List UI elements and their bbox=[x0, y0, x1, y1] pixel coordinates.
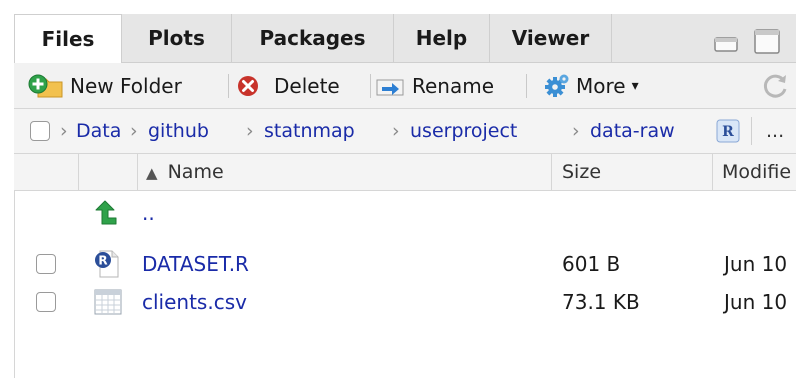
rename-button[interactable]: Rename bbox=[376, 63, 494, 108]
breadcrumb-separator: › bbox=[246, 120, 254, 142]
breadcrumb-item-data[interactable]: Data bbox=[76, 109, 121, 153]
breadcrumb: › Data › github › statnmap › userproject… bbox=[14, 109, 796, 154]
gear-icon bbox=[545, 74, 569, 97]
file-checkbox[interactable] bbox=[36, 292, 56, 312]
breadcrumb-divider bbox=[751, 117, 752, 145]
tab-packages[interactable]: Packages bbox=[232, 14, 394, 62]
more-label: More bbox=[576, 73, 626, 98]
chevron-down-icon: ▾ bbox=[631, 77, 639, 94]
file-name-link[interactable]: clients.csv bbox=[142, 283, 247, 321]
parent-directory-row[interactable]: .. bbox=[14, 194, 796, 232]
files-toolbar: New Folder Delete Rename More ▾ bbox=[14, 63, 796, 109]
column-header-name[interactable]: ▲ Name bbox=[146, 154, 224, 190]
breadcrumb-item-statnmap[interactable]: statnmap bbox=[264, 109, 355, 153]
delete-label: Delete bbox=[274, 73, 340, 98]
maximize-icon[interactable] bbox=[754, 29, 780, 55]
minimize-icon[interactable] bbox=[714, 29, 738, 53]
file-modified: Jun 10 bbox=[724, 290, 788, 314]
column-divider bbox=[551, 154, 552, 190]
column-divider bbox=[78, 154, 79, 190]
column-divider bbox=[137, 154, 138, 190]
column-header-name-label: Name bbox=[167, 161, 224, 183]
column-divider bbox=[712, 154, 713, 190]
column-header-modified[interactable]: Modifie bbox=[722, 154, 791, 190]
refresh-icon[interactable] bbox=[762, 72, 790, 100]
new-folder-button[interactable]: New Folder bbox=[28, 63, 182, 108]
tab-plots[interactable]: Plots bbox=[122, 14, 232, 62]
r-file-icon: R bbox=[95, 250, 119, 278]
sort-ascending-icon: ▲ bbox=[146, 164, 158, 182]
breadcrumb-item-userproject[interactable]: userproject bbox=[410, 109, 517, 153]
file-size: 601 B bbox=[562, 252, 621, 276]
file-name-link[interactable]: DATASET.R bbox=[142, 245, 249, 283]
file-checkbox[interactable] bbox=[36, 254, 56, 274]
svg-text:R: R bbox=[722, 124, 734, 140]
toolbar-separator bbox=[370, 74, 371, 98]
breadcrumb-item-data-raw[interactable]: data-raw bbox=[590, 109, 675, 153]
tab-help[interactable]: Help bbox=[394, 14, 490, 62]
delete-button[interactable]: Delete bbox=[236, 63, 340, 108]
breadcrumb-separator: › bbox=[572, 120, 580, 142]
new-folder-label: New Folder bbox=[70, 73, 182, 98]
tab-viewer[interactable]: Viewer bbox=[490, 14, 612, 62]
rename-label: Rename bbox=[412, 73, 495, 98]
table-row: clients.csv 73.1 KB Jun 10 bbox=[14, 283, 796, 321]
files-pane: Files Plots Packages Help Viewer New Fol… bbox=[14, 14, 796, 378]
r-project-icon[interactable]: R bbox=[716, 119, 740, 143]
rename-icon bbox=[376, 79, 404, 95]
file-size: 73.1 KB bbox=[562, 290, 640, 314]
select-all-checkbox[interactable] bbox=[30, 121, 50, 141]
toolbar-separator bbox=[526, 74, 527, 98]
file-list-header: ▲ Name Size Modifie bbox=[14, 154, 796, 191]
toolbar-separator bbox=[228, 74, 229, 98]
file-modified: Jun 10 bbox=[724, 252, 788, 276]
new-folder-icon bbox=[28, 74, 63, 97]
svg-text:R: R bbox=[98, 254, 107, 268]
parent-directory-link[interactable]: .. bbox=[142, 194, 155, 232]
csv-file-icon bbox=[94, 289, 122, 315]
breadcrumb-item-github[interactable]: github bbox=[148, 109, 209, 153]
tab-files[interactable]: Files bbox=[14, 14, 122, 63]
breadcrumb-separator: › bbox=[392, 120, 400, 142]
more-button[interactable]: More ▾ bbox=[544, 63, 639, 108]
up-arrow-icon bbox=[95, 200, 117, 225]
breadcrumb-overflow-button[interactable]: ... bbox=[766, 109, 784, 153]
breadcrumb-separator: › bbox=[130, 120, 138, 142]
breadcrumb-separator: › bbox=[60, 120, 68, 142]
delete-icon bbox=[238, 75, 258, 96]
column-header-size[interactable]: Size bbox=[562, 154, 601, 190]
tab-bar: Files Plots Packages Help Viewer bbox=[14, 14, 796, 63]
table-row: R DATASET.R 601 B Jun 10 bbox=[14, 245, 796, 283]
